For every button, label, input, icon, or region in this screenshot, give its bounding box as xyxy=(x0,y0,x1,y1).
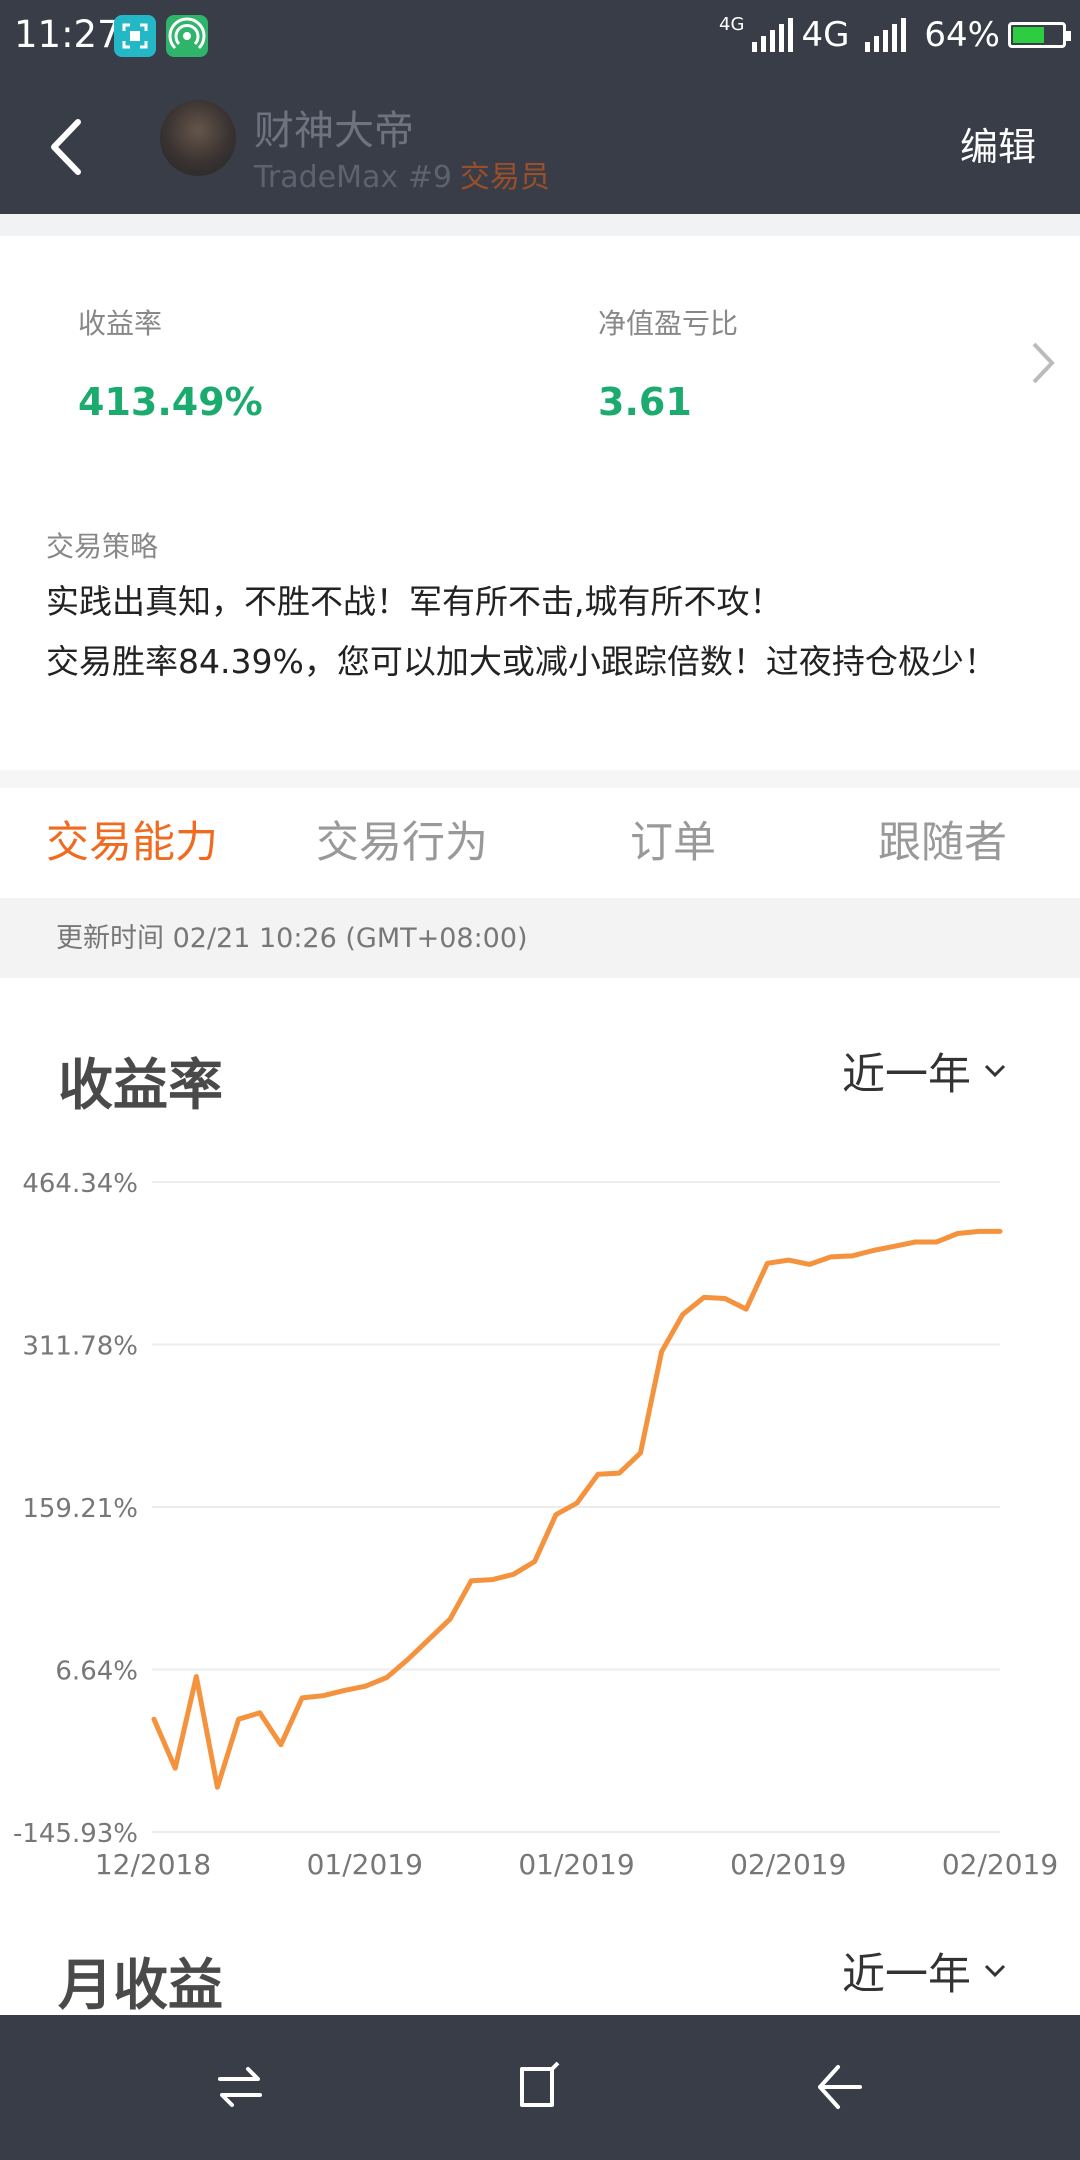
status-bar: 11:27 4G 4G 64% xyxy=(0,0,1080,72)
chevron-right-icon[interactable] xyxy=(1028,340,1058,386)
signal-icon-2 xyxy=(865,18,907,52)
system-nav-bar xyxy=(0,2015,1080,2160)
trader-role: 交易员 xyxy=(459,160,550,195)
range-label: 近一年 xyxy=(842,1950,971,2000)
chevron-down-icon xyxy=(984,1064,1006,1078)
profile-header: 财神大帝 TradeMax #9 交易员 编辑 xyxy=(0,72,1080,214)
switch-icon xyxy=(218,2067,262,2107)
strategy-text: 实践出真知，不胜不战！军有所不击,城有所不攻！ 交易胜率84.39%，您可以加大… xyxy=(46,582,997,681)
network-label: 4G xyxy=(801,15,850,55)
back-arrow-icon xyxy=(51,119,81,175)
network-small-label: 4G xyxy=(719,14,745,35)
x-tick-label: 02/2019 xyxy=(730,1848,846,1880)
divider xyxy=(0,770,1080,788)
trader-name: 财神大帝 xyxy=(254,108,414,154)
range-dropdown-monthly[interactable]: 近一年 xyxy=(842,1940,1007,2002)
section-title-monthly: 月收益 xyxy=(58,1953,224,2017)
y-tick-label: 6.64% xyxy=(55,1657,138,1687)
update-time-bar: 更新时间 02/21 10:26 (GMT+08:00) xyxy=(0,898,1080,978)
x-tick-label: 01/2019 xyxy=(518,1848,634,1880)
battery-icon xyxy=(1008,22,1071,48)
hotspot-icon xyxy=(166,15,208,57)
switch-app-button[interactable] xyxy=(212,2059,268,2119)
y-tick-label: 311.78% xyxy=(22,1332,138,1362)
y-tick-label: 159.21% xyxy=(22,1494,138,1524)
tab-trading-ability[interactable]: 交易能力 xyxy=(46,808,218,870)
home-button[interactable] xyxy=(512,2059,568,2119)
stat-value: 3.61 xyxy=(598,380,692,424)
back-icon xyxy=(818,2065,862,2109)
chevron-down-icon xyxy=(984,1964,1006,1978)
section-title-return: 收益率 xyxy=(58,1053,224,1117)
stat-label: 收益率 xyxy=(78,307,163,340)
stat-profit-loss-ratio: 净值盈亏比 3.61 xyxy=(598,302,738,424)
series-line xyxy=(151,1228,1003,1790)
return-chart: 464.34% 311.78% 159.21% 6.64% -145.93% 12/20… xyxy=(13,1169,1058,1880)
update-time: 更新时间 02/21 10:26 (GMT+08:00) xyxy=(56,923,528,954)
x-tick-label: 12/2018 xyxy=(95,1848,211,1880)
battery-fill xyxy=(1013,27,1044,43)
status-time: 11:27 xyxy=(14,13,121,56)
tab-orders[interactable]: 订单 xyxy=(630,808,716,870)
y-tick-label: -145.93% xyxy=(13,1819,138,1849)
edit-button[interactable]: 编辑 xyxy=(960,116,1036,171)
home-icon xyxy=(520,2061,560,2107)
y-tick-label: 464.34% xyxy=(22,1169,138,1199)
signal-icon xyxy=(752,18,794,52)
trader-rank: TradeMax #9 xyxy=(254,160,452,195)
stat-label: 净值盈亏比 xyxy=(598,307,739,340)
tab-followers[interactable]: 跟随者 xyxy=(878,808,1007,870)
tab-trading-behavior[interactable]: 交易行为 xyxy=(316,808,488,870)
trader-subtitle: TradeMax #9 交易员 xyxy=(254,152,550,196)
status-right: 4G 4G 64% xyxy=(719,10,1071,60)
divider xyxy=(0,214,1080,236)
stat-value: 413.49% xyxy=(78,380,263,424)
back-nav-button[interactable] xyxy=(812,2059,868,2119)
strategy-label: 交易策略 xyxy=(46,530,159,563)
range-dropdown[interactable]: 近一年 xyxy=(842,1040,1007,1102)
avatar[interactable] xyxy=(160,100,236,176)
x-tick-label: 02/2019 xyxy=(942,1848,1058,1880)
battery-percent: 64% xyxy=(924,15,1000,55)
back-button[interactable] xyxy=(40,112,100,182)
x-tick-label: 01/2019 xyxy=(307,1848,423,1880)
stat-return: 收益率 413.49% xyxy=(78,302,263,424)
screenshot-icon xyxy=(114,15,156,57)
range-label: 近一年 xyxy=(842,1050,971,1100)
